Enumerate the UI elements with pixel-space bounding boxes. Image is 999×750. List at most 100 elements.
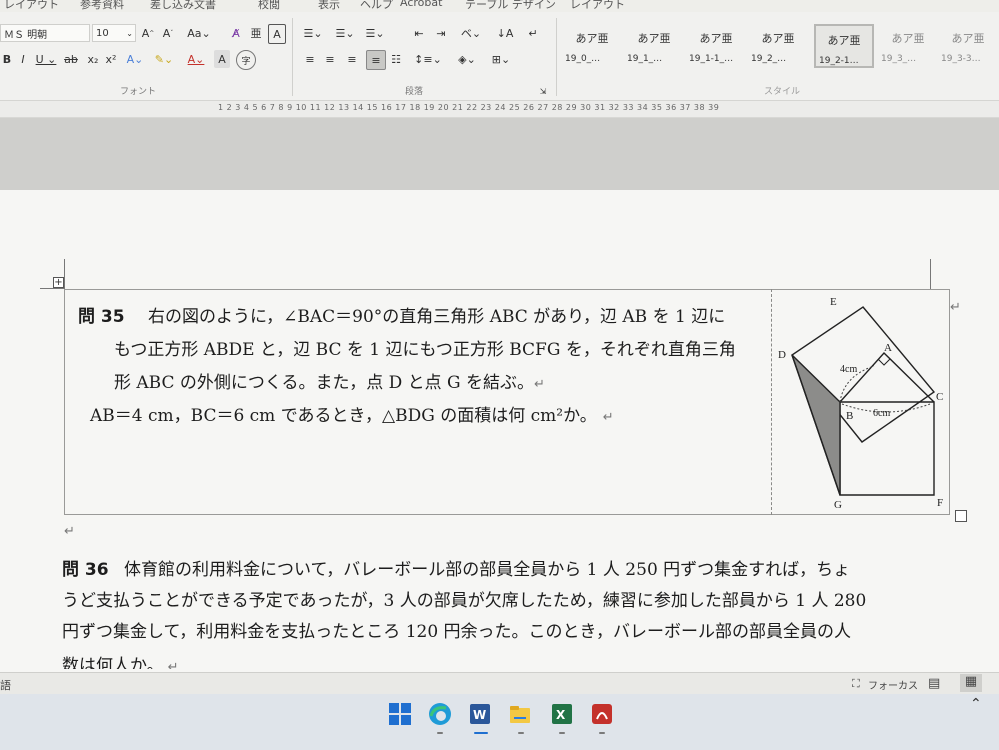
style-item-selected[interactable]: あア亜 19_2-1… (814, 24, 874, 68)
tab-help[interactable]: ヘルプ (360, 0, 393, 12)
read-mode-icon[interactable]: ▤ (928, 676, 940, 691)
text-effects-icon[interactable]: A⌄ (124, 50, 146, 68)
style-item[interactable]: あア亜 19_1-1_… (686, 24, 746, 68)
style-item[interactable]: あア亜 19_2_… (748, 24, 808, 68)
tab-table-design[interactable]: テーブル デザイン (465, 0, 556, 12)
distributed-icon[interactable]: ☷ (388, 50, 404, 68)
subscript-icon[interactable]: x₂ (86, 50, 100, 68)
taskbar: W X ⌃ (0, 694, 999, 750)
ruler-numbers: 1 2 3 4 5 6 7 8 9 10 11 12 13 14 15 16 1… (218, 103, 720, 112)
justify-icon[interactable]: ≡ (366, 50, 386, 70)
numbering-icon[interactable]: ☰⌄ (332, 24, 358, 42)
borders-icon[interactable]: ⊞⌄ (488, 50, 514, 68)
style-sample: あア亜 (575, 32, 609, 45)
superscript-icon[interactable]: x² (104, 50, 118, 68)
status-bar: 語 ⛶ フォーカス ▤ ▦ (0, 672, 999, 695)
phonetic-guide-icon[interactable]: 亜 (248, 24, 264, 42)
table-cell-divider (771, 289, 772, 515)
crop-mark (40, 288, 64, 289)
tab-mailings[interactable]: 差し込み文書 (150, 0, 216, 12)
grow-font-icon[interactable]: A ^ (140, 24, 156, 42)
chevron-up-icon[interactable]: ⌃ (970, 696, 982, 712)
style-sample: あア亜 (699, 32, 733, 45)
change-case-icon[interactable]: Aa⌄ (186, 24, 212, 42)
font-name-value: ＭＳ 明朝 (4, 29, 48, 41)
problem-text: 右の図のように，∠BAC＝90°の直角三角形 ABC があり，辺 AB を 1 … (147, 307, 726, 327)
decrease-indent-icon[interactable]: ⇤ (410, 24, 428, 42)
focus-mode-button[interactable]: フォーカス (868, 677, 918, 692)
align-left-icon[interactable]: ≡ (302, 50, 318, 68)
acrobat-app-icon[interactable] (590, 702, 614, 726)
triangle-abc-sides (839, 351, 935, 403)
problem-35-line-1: 問 35 右の図のように，∠BAC＝90°の直角三角形 ABC があり，辺 AB… (78, 302, 725, 327)
focus-mode-icon[interactable]: ⛶ (852, 677, 860, 691)
table-resize-handle[interactable] (955, 510, 967, 522)
problem-number: 問 35 (78, 307, 125, 327)
enclose-characters-icon[interactable]: 字 (236, 50, 256, 70)
tab-layout[interactable]: レイアウト (4, 0, 59, 12)
file-explorer-icon[interactable] (508, 702, 532, 726)
geometry-figure: E A D C B G F 4cm 6cm (778, 296, 943, 511)
tab-table-layout[interactable]: レイアウト (570, 0, 625, 12)
point-label-a: A (884, 342, 892, 354)
font-name-select[interactable]: ＭＳ 明朝 (0, 24, 90, 42)
show-marks-icon[interactable]: ↵ (524, 24, 542, 42)
paragraph-dialog-launcher-icon[interactable]: ⇲ (538, 82, 548, 100)
clear-formatting-icon[interactable]: A̸ (226, 24, 246, 42)
style-name: 19_2-1… (819, 56, 859, 66)
problem-number: 問 36 (62, 560, 109, 580)
shading-icon[interactable]: ◈⌄ (454, 50, 480, 68)
style-item[interactable]: あア亜 19_0_… (562, 24, 622, 68)
ab-length-label: 4cm (840, 364, 857, 375)
italic-icon[interactable]: I (16, 50, 30, 68)
font-group-label: フォント (120, 87, 157, 97)
font-color-icon[interactable]: A⌄ (184, 50, 208, 68)
style-name: 19_1_… (627, 54, 663, 64)
tab-references[interactable]: 参考資料 (80, 0, 124, 12)
character-shading-icon[interactable]: A (214, 50, 230, 68)
increase-indent-icon[interactable]: ⇥ (432, 24, 450, 42)
bc-length-label: 6cm (873, 408, 890, 419)
paragraph-mark: ↵ (64, 524, 75, 539)
multilevel-list-icon[interactable]: ☰⌄ (362, 24, 388, 42)
tab-acrobat[interactable]: Acrobat (400, 0, 442, 9)
running-indicator (518, 732, 524, 734)
point-label-b: B (846, 410, 853, 422)
edge-browser-icon[interactable] (428, 702, 452, 726)
tab-view[interactable]: 表示 (318, 0, 340, 12)
style-item[interactable]: あア亜 19_1_… (624, 24, 684, 68)
font-size-select[interactable]: 10 ⌄ (92, 24, 136, 42)
bold-icon[interactable]: B (0, 50, 14, 68)
strikethrough-icon[interactable]: ab (60, 50, 82, 68)
highlight-icon[interactable]: ✎⌄ (152, 50, 176, 68)
asian-layout-icon[interactable]: ベ⌄ (458, 24, 484, 42)
style-item[interactable]: あア亜 19_3_… (878, 24, 938, 68)
align-center-icon[interactable]: ≡ (322, 50, 338, 68)
excel-app-icon[interactable]: X (550, 702, 574, 726)
style-sample: あア亜 (827, 34, 861, 47)
align-right-icon[interactable]: ≡ (344, 50, 360, 68)
sort-icon[interactable]: ↓A (496, 24, 514, 42)
problem-text: 形 ABC の外側につくる。また，点 D と点 G を結ぶ。 (114, 373, 535, 393)
tab-review[interactable]: 校閲 (258, 0, 280, 12)
style-name: 19_3_… (881, 54, 917, 64)
language-indicator[interactable]: 語 (0, 677, 11, 693)
word-app-icon[interactable]: W (468, 702, 492, 726)
print-layout-icon[interactable]: ▦ (960, 674, 982, 692)
character-border-icon[interactable]: A (268, 24, 286, 44)
line-spacing-icon[interactable]: ↕≡⌄ (414, 50, 442, 68)
shrink-font-icon[interactable]: Aˇ (160, 24, 176, 42)
point-label-d: D (778, 349, 786, 361)
horizontal-ruler[interactable]: 1 2 3 4 5 6 7 8 9 10 11 12 13 14 15 16 1… (0, 101, 999, 118)
table-move-handle-icon[interactable]: + (53, 277, 64, 288)
style-sample: あア亜 (637, 32, 671, 45)
ribbon: ＭＳ 明朝 10 ⌄ A ^ Aˇ Aa⌄ A̸ 亜 A B I U ⌄ ab x… (0, 12, 999, 101)
bullets-icon[interactable]: ☰⌄ (300, 24, 326, 42)
problem-35-line-3: 形 ABC の外側につくる。また，点 D と点 G を結ぶ。↵ (114, 368, 545, 393)
windows-start-icon[interactable] (388, 702, 412, 726)
problem-question: AB＝4 cm，BC＝6 cm であるとき，△BDG の面積は何 cm²か。 (90, 406, 597, 426)
style-item[interactable]: あア亜 19_3-3… (938, 24, 998, 68)
underline-icon[interactable]: U ⌄ (34, 50, 58, 68)
font-size-value: 10 (96, 27, 109, 39)
running-indicator (599, 732, 605, 734)
